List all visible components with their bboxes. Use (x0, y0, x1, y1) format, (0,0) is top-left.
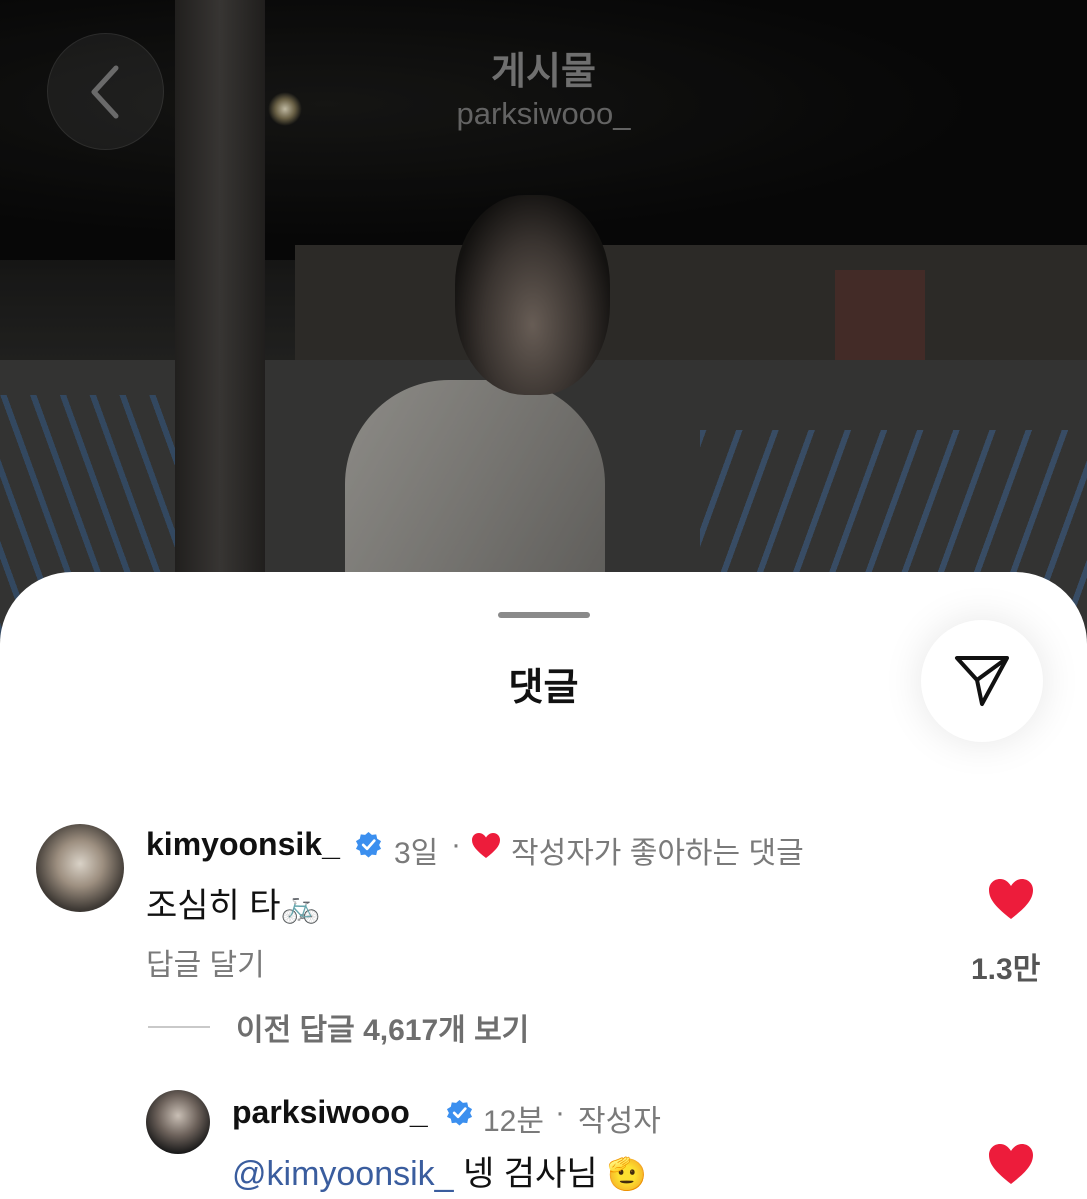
reply-button[interactable]: 답글 달기 (146, 940, 265, 984)
comment-time: 12분 (483, 1105, 544, 1138)
like-heart-icon[interactable] (987, 877, 1035, 921)
saluting-face-emoji: 🫡 (607, 1156, 647, 1192)
avatar[interactable] (146, 1090, 210, 1154)
heart-icon (472, 833, 500, 858)
view-previous-replies[interactable]: 이전 답글 4,617개 보기 (148, 1005, 529, 1049)
like-heart-icon[interactable] (987, 1142, 1035, 1186)
post-author-username[interactable]: parksiwooo_ (0, 96, 1087, 132)
page-title: 게시물 (491, 51, 596, 93)
author-badge: 작성자 (578, 1105, 661, 1138)
comment-username[interactable]: parksiwooo_ (232, 1094, 428, 1131)
sheet-grabber[interactable] (498, 612, 590, 618)
comment-time: 3일 (394, 837, 439, 870)
avatar[interactable] (36, 824, 124, 912)
verified-badge-icon (355, 831, 382, 858)
meta-separator: · (555, 1096, 565, 1129)
comments-sheet: 댓글 kimyoonsik_ 3일 · 작성자가 좋아하는 댓글 조심히 타🚲 … (0, 572, 1087, 1199)
divider-line (148, 1026, 210, 1028)
comment-text: @kimyoonsik_ 넹 검사님 🫡 (232, 1155, 647, 1193)
bicycle-emoji: 🚲 (280, 888, 321, 924)
like-count: 1.3만 (971, 953, 1041, 986)
send-icon (955, 656, 1009, 706)
verified-badge-icon (446, 1099, 473, 1126)
mention-link[interactable]: @kimyoonsik_ (232, 1155, 454, 1193)
comment-text: 조심히 타🚲 (146, 887, 321, 925)
share-button[interactable] (921, 620, 1043, 742)
comment-username[interactable]: kimyoonsik_ (146, 826, 340, 863)
meta-separator: · (451, 828, 461, 861)
liked-by-author-label: 작성자가 좋아하는 댓글 (511, 837, 804, 870)
